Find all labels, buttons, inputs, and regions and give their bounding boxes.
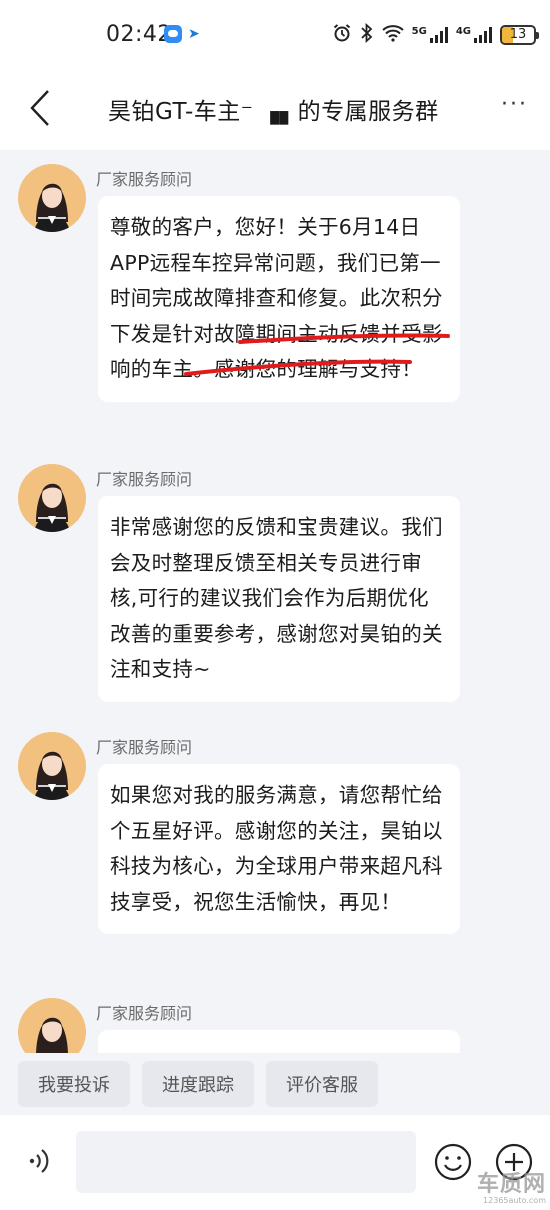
advisor-avatar[interactable] bbox=[18, 164, 86, 232]
message-bubble[interactable]: 尊敬的客户，您好！关于6月14日APP远程车控异常问题，我们已第一时间完成故障排… bbox=[98, 196, 460, 402]
input-bar: 车质网 12365auto.com bbox=[0, 1115, 550, 1210]
chevron-left-icon bbox=[30, 90, 49, 126]
message-item: 厂家服务顾问 bbox=[0, 994, 550, 1054]
advisor-avatar[interactable] bbox=[18, 464, 86, 532]
message-input[interactable] bbox=[76, 1131, 416, 1193]
status-time: 02:42 bbox=[106, 22, 172, 47]
sender-name: 厂家服务顾问 bbox=[96, 170, 193, 189]
advisor-avatar[interactable] bbox=[18, 732, 86, 800]
message-bubble[interactable]: 非常感谢您的反馈和宝贵建议。我们会及时整理反馈至相关专员进行审核,可行的建议我们… bbox=[98, 496, 460, 702]
complaint-button[interactable]: 我要投诉 bbox=[18, 1061, 130, 1107]
message-bubble[interactable] bbox=[98, 1030, 460, 1054]
chat-title: 昊铂GT-车主⁻ ▗▖的专属服务群 bbox=[108, 99, 439, 125]
wifi-icon bbox=[381, 24, 404, 46]
message-app-icon bbox=[164, 25, 182, 43]
back-button[interactable] bbox=[22, 88, 58, 128]
voice-input-button[interactable] bbox=[20, 1143, 56, 1179]
smiley-icon bbox=[434, 1143, 472, 1181]
alarm-icon bbox=[332, 23, 352, 47]
signal-4g-icon: 4G bbox=[456, 27, 492, 43]
progress-tracking-button[interactable]: 进度跟踪 bbox=[142, 1061, 254, 1107]
sender-name: 厂家服务顾问 bbox=[96, 738, 193, 757]
voice-icon bbox=[29, 1149, 49, 1173]
message-text: 非常感谢您的反馈和宝贵建议。我们会及时整理反馈至相关专员进行审核,可行的建议我们… bbox=[110, 515, 443, 681]
chat-header: 昊铂GT-车主⁻ ▗▖的专属服务群 ··· bbox=[0, 70, 550, 150]
message-text: 尊敬的客户，您好！关于6月14日APP远程车控异常问题，我们已第一时间完成故障排… bbox=[110, 215, 443, 381]
more-options-button[interactable]: ··· bbox=[501, 92, 528, 117]
status-bar: 02:42 ➤ 5G 4G 13 bbox=[0, 0, 550, 70]
quick-actions-bar: 我要投诉 进度跟踪 评价客服 bbox=[0, 1053, 550, 1115]
sender-name: 厂家服务顾问 bbox=[96, 1004, 193, 1023]
emoji-button[interactable] bbox=[433, 1142, 473, 1182]
status-indicators: 5G 4G 13 bbox=[332, 22, 539, 48]
watermark: 车质网 12365auto.com bbox=[476, 1172, 546, 1206]
bluetooth-icon bbox=[360, 22, 374, 47]
sender-name: 厂家服务顾问 bbox=[96, 470, 193, 489]
rate-service-button[interactable]: 评价客服 bbox=[266, 1061, 378, 1107]
advisor-avatar[interactable] bbox=[18, 998, 86, 1054]
message-text: 如果您对我的服务满意，请您帮忙给个五星好评。感谢您的关注，昊铂以科技为核心，为全… bbox=[110, 783, 443, 914]
signal-5g-icon: 5G bbox=[412, 27, 448, 43]
battery-icon: 13 bbox=[500, 25, 539, 45]
bird-app-icon: ➤ bbox=[188, 26, 200, 42]
message-bubble[interactable]: 如果您对我的服务满意，请您帮忙给个五星好评。感谢您的关注，昊铂以科技为核心，为全… bbox=[98, 764, 460, 934]
